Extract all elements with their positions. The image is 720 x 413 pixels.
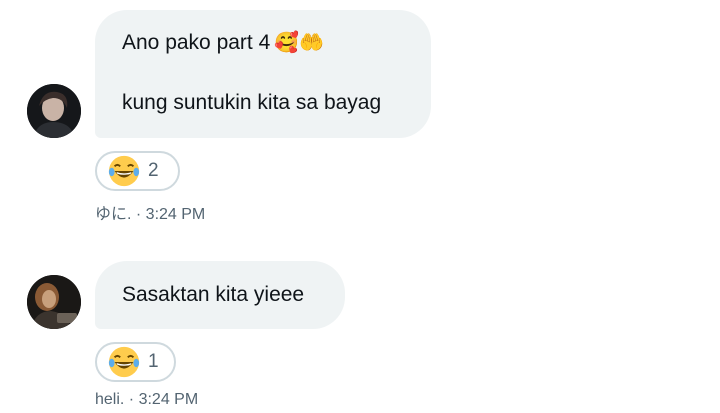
sender-avatar[interactable] [27, 275, 81, 329]
message-bubble[interactable]: Sasaktan kita yieee [95, 261, 345, 329]
meta-separator: · [124, 391, 139, 408]
message-text-line: Ano pako part 4 🥰🤲 [122, 30, 325, 54]
sender-name[interactable]: ゆに. [95, 206, 131, 223]
message-meta: ゆに. · 3:24 PM [95, 200, 205, 224]
reaction-count: 2 [148, 160, 159, 181]
laughing-tears-emoji-icon [108, 346, 140, 378]
avatar-image [27, 84, 81, 138]
message-meta: heli. · 3:24 PM [95, 391, 198, 409]
reaction-count: 1 [148, 351, 159, 372]
message-text-line: kung suntukin kita sa bayag [122, 91, 382, 114]
laughing-tears-emoji-icon [108, 155, 140, 187]
reaction-button[interactable]: 1 [95, 342, 176, 382]
meta-separator: · [131, 206, 146, 223]
avatar-image [27, 275, 81, 329]
emoji-smiling-hearts-hands-icon: 🥰🤲 [274, 30, 325, 54]
sender-avatar[interactable] [27, 84, 81, 138]
message-bubble[interactable]: Ano pako part 4 🥰🤲 kung suntukin kita sa … [95, 10, 431, 138]
reaction-button[interactable]: 2 [95, 151, 180, 191]
sender-name[interactable]: heli. [95, 391, 124, 408]
timestamp: 3:24 PM [145, 206, 206, 223]
message-text-line: Sasaktan kita yieee [122, 283, 305, 306]
timestamp: 3:24 PM [138, 391, 199, 408]
